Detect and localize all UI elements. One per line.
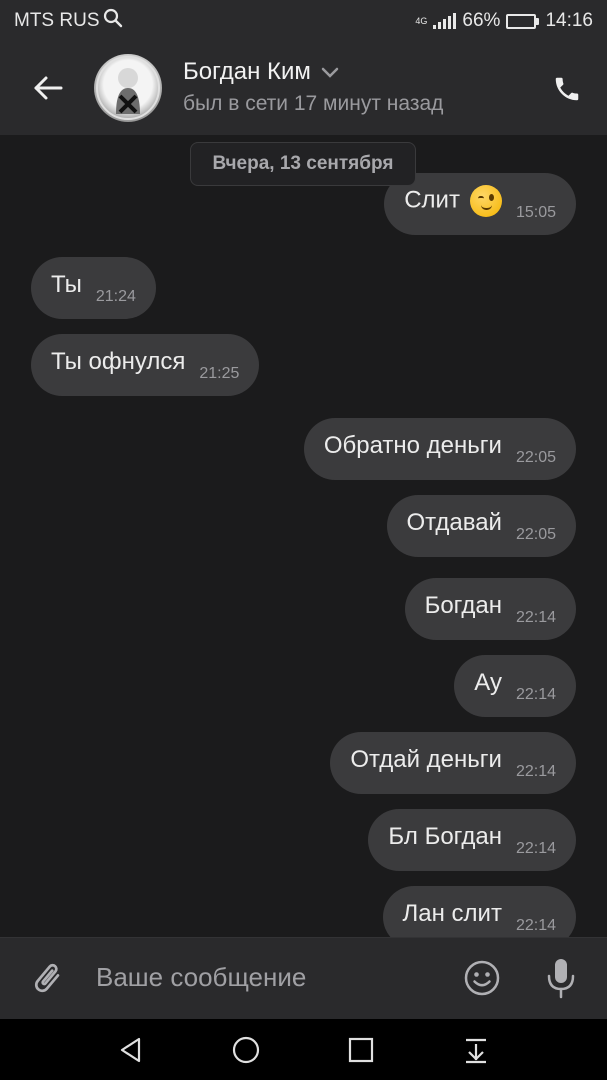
message-text: Отдавай — [406, 509, 502, 536]
message-time: 22:14 — [515, 686, 556, 703]
message-list[interactable]: Вчера, 13 сентября Слит 15:05 Ты 21:24 Т… — [0, 135, 607, 937]
signal-icon — [433, 13, 457, 29]
message-text: Ты — [51, 271, 82, 298]
message-time: 15:05 — [515, 204, 556, 221]
phone-icon[interactable] — [548, 70, 586, 108]
contact-name[interactable]: Богдан Ким — [183, 58, 311, 86]
message-time: 22:14 — [515, 609, 556, 626]
square-recent-icon[interactable] — [344, 1033, 378, 1067]
message-text: Ты офнулся — [51, 348, 186, 375]
message-text: Ау — [474, 669, 502, 696]
message-text: Бл Богдан — [388, 823, 502, 850]
message-text: Отдай деньги — [350, 746, 502, 773]
message-bubble[interactable]: Отдай деньги 22:14 — [330, 732, 576, 794]
message-time: 22:14 — [515, 763, 556, 780]
message-bubble[interactable]: Ты 21:24 — [31, 257, 156, 319]
chevron-down-icon[interactable] — [321, 58, 339, 86]
avatar[interactable] — [94, 54, 162, 122]
status-bar: MTS RUS 4G 66% 14:16 — [0, 0, 607, 42]
winking-face-icon — [469, 185, 502, 217]
message-text: Лан слит — [402, 900, 502, 927]
message-composer: Ваше сообщение — [0, 937, 607, 1019]
network-type: 4G — [415, 15, 428, 26]
message-text: Богдан — [424, 592, 502, 619]
message-bubble[interactable]: Богдан 22:14 — [404, 578, 576, 640]
arrow-left-icon[interactable] — [30, 70, 66, 106]
search-icon — [103, 8, 123, 34]
circle-home-icon[interactable] — [229, 1033, 263, 1067]
smiley-icon[interactable] — [462, 958, 502, 998]
message-time: 22:14 — [515, 840, 556, 857]
microphone-icon[interactable] — [541, 956, 581, 1000]
carrier-group: MTS RUS — [14, 8, 123, 34]
triangle-back-icon[interactable] — [114, 1033, 148, 1067]
pull-down-icon[interactable] — [459, 1033, 493, 1067]
clock: 14:16 — [545, 10, 593, 31]
carrier-name: MTS RUS — [14, 10, 100, 31]
message-text: Обратно деньги — [323, 432, 502, 459]
chat-header: Богдан Ким был в сети 17 минут назад — [0, 42, 607, 135]
status-right: 4G 66% 14:16 — [415, 10, 593, 32]
last-seen-status: был в сети 17 минут назад — [183, 92, 444, 115]
date-separator: Вчера, 13 сентября — [190, 142, 416, 186]
message-bubble[interactable]: Ты офнулся 21:25 — [31, 334, 260, 396]
battery-percent: 66% — [462, 10, 501, 31]
message-input[interactable]: Ваше сообщение — [96, 962, 306, 993]
message-bubble[interactable]: Лан слит 22:14 — [382, 886, 576, 937]
message-bubble[interactable]: Бл Богдан 22:14 — [368, 809, 576, 871]
message-time: 21:24 — [95, 288, 136, 305]
message-time: 21:25 — [199, 365, 240, 382]
paperclip-icon[interactable] — [27, 958, 67, 998]
message-bubble[interactable]: Отдавай 22:05 — [386, 495, 576, 557]
message-time: 22:05 — [515, 526, 556, 543]
system-navigation-bar — [0, 1019, 607, 1080]
message-time: 22:14 — [515, 917, 556, 934]
battery-icon — [506, 13, 540, 29]
message-text: Слит — [404, 185, 502, 217]
message-bubble[interactable]: Обратно деньги 22:05 — [303, 418, 576, 480]
message-time: 22:05 — [515, 449, 556, 466]
contact-name-row[interactable]: Богдан Ким — [183, 58, 339, 86]
message-bubble[interactable]: Ау 22:14 — [454, 655, 576, 717]
